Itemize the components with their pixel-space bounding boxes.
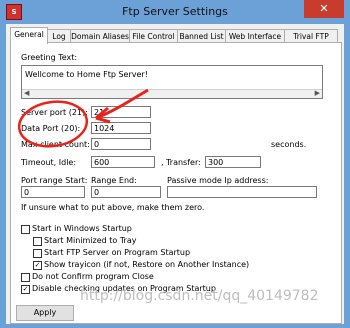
settings-window: S Ftp Server Settings ✕ General Log Doma… xyxy=(0,0,350,328)
tab-general[interactable]: General xyxy=(10,27,48,44)
annotation-circle xyxy=(17,100,89,148)
annotation-arrow-shaft xyxy=(95,88,149,120)
watermark: http://blog.csdn.net/qq_40149782 xyxy=(80,288,319,304)
red-annotation-overlay xyxy=(17,88,149,148)
